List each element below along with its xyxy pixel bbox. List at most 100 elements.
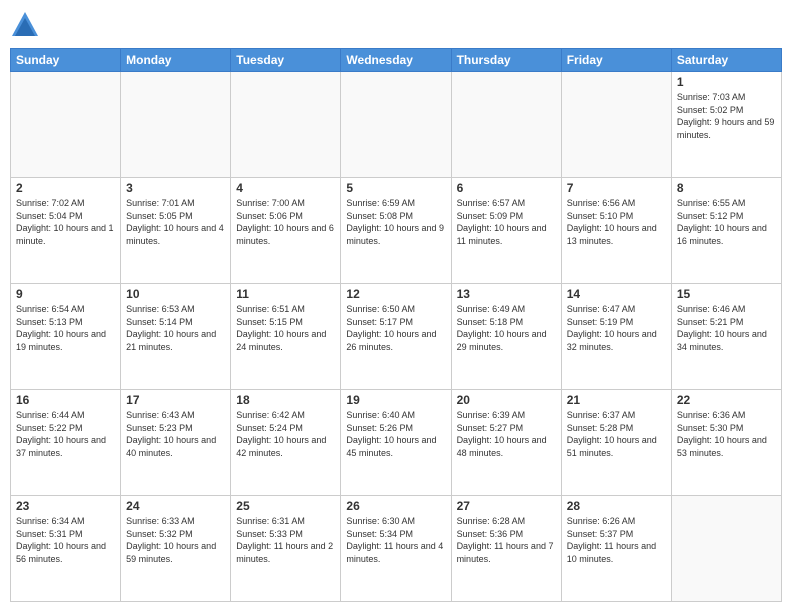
day-info: Sunrise: 6:49 AM Sunset: 5:18 PM Dayligh…	[457, 303, 556, 353]
calendar-cell: 12Sunrise: 6:50 AM Sunset: 5:17 PM Dayli…	[341, 284, 451, 390]
day-number: 18	[236, 393, 335, 407]
day-info: Sunrise: 6:43 AM Sunset: 5:23 PM Dayligh…	[126, 409, 225, 459]
calendar-cell: 19 Sunrise: 6:40 AM Sunset: 5:26 PM Dayli…	[341, 390, 451, 496]
day-number: 15	[677, 287, 776, 301]
day-number: 8	[677, 181, 776, 195]
weekday-header: Saturday	[671, 49, 781, 72]
calendar-cell: 18 Sunrise: 6:42 AM Sunset: 5:24 PM Dayli…	[231, 390, 341, 496]
day-number: 5	[346, 181, 445, 195]
calendar-cell	[11, 72, 121, 178]
day-info: Sunrise: 6:56 AM Sunset: 5:10 PM Dayligh…	[567, 197, 666, 247]
day-number: 26	[346, 499, 445, 513]
calendar-cell	[231, 72, 341, 178]
day-info: Sunrise: 6:33 AM Sunset: 5:32 PM Dayligh…	[126, 515, 225, 565]
calendar-cell: 6Sunrise: 6:57 AM Sunset: 5:09 PM Daylig…	[451, 178, 561, 284]
day-info: Sunrise: 6:55 AM Sunset: 5:12 PM Dayligh…	[677, 197, 776, 247]
calendar-cell: 4 Sunrise: 7:00 AM Sunset: 5:06 PM Daylig…	[231, 178, 341, 284]
day-info: Sunrise: 6:26 AM Sunset: 5:37 PM Dayligh…	[567, 515, 666, 565]
day-number: 11	[236, 287, 335, 301]
calendar-cell: 25 Sunrise: 6:31 AM Sunset: 5:33 PM Dayli…	[231, 496, 341, 602]
calendar-week-row: 16 Sunrise: 6:44 AM Sunset: 5:22 PM Dayli…	[11, 390, 782, 496]
day-number: 1	[677, 75, 776, 89]
day-number: 9	[16, 287, 115, 301]
calendar-cell	[341, 72, 451, 178]
day-info: Sunrise: 6:53 AM Sunset: 5:14 PM Dayligh…	[126, 303, 225, 353]
calendar-cell: 7 Sunrise: 6:56 AM Sunset: 5:10 PM Daylig…	[561, 178, 671, 284]
calendar-cell: 28 Sunrise: 6:26 AM Sunset: 5:37 PM Dayli…	[561, 496, 671, 602]
logo	[10, 10, 44, 40]
day-number: 21	[567, 393, 666, 407]
day-info: Sunrise: 6:47 AM Sunset: 5:19 PM Dayligh…	[567, 303, 666, 353]
day-info: Sunrise: 6:31 AM Sunset: 5:33 PM Dayligh…	[236, 515, 335, 565]
day-number: 7	[567, 181, 666, 195]
calendar-cell: 13 Sunrise: 6:49 AM Sunset: 5:18 PM Dayli…	[451, 284, 561, 390]
day-number: 22	[677, 393, 776, 407]
calendar-cell: 21 Sunrise: 6:37 AM Sunset: 5:28 PM Dayli…	[561, 390, 671, 496]
calendar-cell: 3 Sunrise: 7:01 AM Sunset: 5:05 PM Daylig…	[121, 178, 231, 284]
page: SundayMondayTuesdayWednesdayThursdayFrid…	[0, 0, 792, 612]
calendar-cell: 20 Sunrise: 6:39 AM Sunset: 5:27 PM Dayli…	[451, 390, 561, 496]
day-info: Sunrise: 7:03 AM Sunset: 5:02 PM Dayligh…	[677, 91, 776, 141]
day-number: 3	[126, 181, 225, 195]
day-number: 2	[16, 181, 115, 195]
calendar-header: SundayMondayTuesdayWednesdayThursdayFrid…	[11, 49, 782, 72]
day-info: Sunrise: 7:00 AM Sunset: 5:06 PM Dayligh…	[236, 197, 335, 247]
calendar-cell: 26Sunrise: 6:30 AM Sunset: 5:34 PM Dayli…	[341, 496, 451, 602]
day-number: 14	[567, 287, 666, 301]
calendar-cell	[671, 496, 781, 602]
day-info: Sunrise: 7:02 AM Sunset: 5:04 PM Dayligh…	[16, 197, 115, 247]
header	[10, 10, 782, 40]
day-number: 19	[346, 393, 445, 407]
calendar-cell: 2 Sunrise: 7:02 AM Sunset: 5:04 PM Daylig…	[11, 178, 121, 284]
day-number: 13	[457, 287, 556, 301]
weekday-header: Sunday	[11, 49, 121, 72]
calendar-cell: 8 Sunrise: 6:55 AM Sunset: 5:12 PM Daylig…	[671, 178, 781, 284]
day-number: 12	[346, 287, 445, 301]
day-info: Sunrise: 6:40 AM Sunset: 5:26 PM Dayligh…	[346, 409, 445, 459]
day-number: 24	[126, 499, 225, 513]
day-number: 16	[16, 393, 115, 407]
calendar-cell: 14 Sunrise: 6:47 AM Sunset: 5:19 PM Dayli…	[561, 284, 671, 390]
day-info: Sunrise: 6:37 AM Sunset: 5:28 PM Dayligh…	[567, 409, 666, 459]
day-number: 20	[457, 393, 556, 407]
day-info: Sunrise: 6:39 AM Sunset: 5:27 PM Dayligh…	[457, 409, 556, 459]
day-info: Sunrise: 6:57 AM Sunset: 5:09 PM Dayligh…	[457, 197, 556, 247]
day-number: 28	[567, 499, 666, 513]
calendar-cell: 11 Sunrise: 6:51 AM Sunset: 5:15 PM Dayli…	[231, 284, 341, 390]
calendar-week-row: 9 Sunrise: 6:54 AM Sunset: 5:13 PM Daylig…	[11, 284, 782, 390]
day-number: 23	[16, 499, 115, 513]
day-number: 10	[126, 287, 225, 301]
logo-icon	[10, 10, 40, 40]
calendar-cell: 5 Sunrise: 6:59 AM Sunset: 5:08 PM Daylig…	[341, 178, 451, 284]
weekday-header: Thursday	[451, 49, 561, 72]
weekday-header: Friday	[561, 49, 671, 72]
day-info: Sunrise: 6:42 AM Sunset: 5:24 PM Dayligh…	[236, 409, 335, 459]
calendar-cell: 22Sunrise: 6:36 AM Sunset: 5:30 PM Dayli…	[671, 390, 781, 496]
weekday-row: SundayMondayTuesdayWednesdayThursdayFrid…	[11, 49, 782, 72]
calendar-cell	[121, 72, 231, 178]
calendar-cell	[561, 72, 671, 178]
calendar-body: 1 Sunrise: 7:03 AM Sunset: 5:02 PM Daylig…	[11, 72, 782, 602]
calendar-week-row: 2 Sunrise: 7:02 AM Sunset: 5:04 PM Daylig…	[11, 178, 782, 284]
day-number: 27	[457, 499, 556, 513]
day-info: Sunrise: 6:46 AM Sunset: 5:21 PM Dayligh…	[677, 303, 776, 353]
calendar-cell: 15 Sunrise: 6:46 AM Sunset: 5:21 PM Dayli…	[671, 284, 781, 390]
weekday-header: Wednesday	[341, 49, 451, 72]
weekday-header: Tuesday	[231, 49, 341, 72]
weekday-header: Monday	[121, 49, 231, 72]
day-number: 25	[236, 499, 335, 513]
day-info: Sunrise: 6:54 AM Sunset: 5:13 PM Dayligh…	[16, 303, 115, 353]
calendar-cell: 27Sunrise: 6:28 AM Sunset: 5:36 PM Dayli…	[451, 496, 561, 602]
day-number: 4	[236, 181, 335, 195]
calendar-cell: 9 Sunrise: 6:54 AM Sunset: 5:13 PM Daylig…	[11, 284, 121, 390]
calendar-week-row: 1 Sunrise: 7:03 AM Sunset: 5:02 PM Daylig…	[11, 72, 782, 178]
calendar-week-row: 23Sunrise: 6:34 AM Sunset: 5:31 PM Dayli…	[11, 496, 782, 602]
day-info: Sunrise: 6:51 AM Sunset: 5:15 PM Dayligh…	[236, 303, 335, 353]
calendar-table: SundayMondayTuesdayWednesdayThursdayFrid…	[10, 48, 782, 602]
day-info: Sunrise: 6:44 AM Sunset: 5:22 PM Dayligh…	[16, 409, 115, 459]
day-info: Sunrise: 7:01 AM Sunset: 5:05 PM Dayligh…	[126, 197, 225, 247]
day-info: Sunrise: 6:59 AM Sunset: 5:08 PM Dayligh…	[346, 197, 445, 247]
calendar-cell: 23Sunrise: 6:34 AM Sunset: 5:31 PM Dayli…	[11, 496, 121, 602]
calendar-cell	[451, 72, 561, 178]
calendar-cell: 17Sunrise: 6:43 AM Sunset: 5:23 PM Dayli…	[121, 390, 231, 496]
